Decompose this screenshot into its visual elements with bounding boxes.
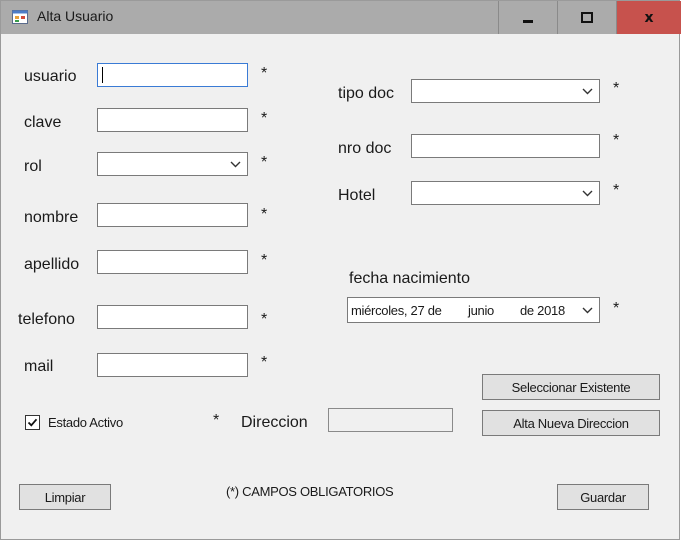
title-bar[interactable]: Alta Usuario x [1,1,681,34]
clave-required-mark: * [261,110,268,127]
alta-nueva-direccion-button[interactable]: Alta Nueva Direccion [482,410,660,436]
fecha-nacimiento-datepicker[interactable]: miércoles, 27 de junio de 2018 [347,297,600,323]
mail-input[interactable] [97,353,248,377]
telefono-label: telefono [18,311,75,328]
maximize-icon [581,12,593,23]
app-icon [12,10,28,24]
rol-label: rol [24,158,42,175]
rol-required-mark: * [261,154,268,171]
hotel-label: Hotel [338,187,376,204]
chevron-down-icon [582,190,593,197]
text-caret [102,67,103,83]
nro-doc-required-mark: * [613,132,620,149]
seleccionar-existente-button[interactable]: Seleccionar Existente [482,374,660,400]
nombre-label: nombre [24,209,79,226]
nombre-required-mark: * [261,206,268,223]
direccion-label: Direccion [241,414,308,431]
fecha-month-text: junio [468,303,494,318]
chevron-down-icon [230,161,241,168]
campos-obligatorios-note: (*) CAMPOS OBLIGATORIOS [226,484,394,499]
telefono-required-mark: * [261,311,268,328]
rol-select[interactable] [97,152,248,176]
mail-required-mark: * [261,354,268,371]
direccion-field[interactable] [328,408,453,432]
usuario-input[interactable] [97,63,248,87]
fecha-nacimiento-label: fecha nacimiento [349,270,470,287]
hotel-required-mark: * [613,182,620,199]
tipo-doc-required-mark: * [613,80,620,97]
close-button[interactable]: x [616,1,681,34]
checkmark-icon [27,418,38,427]
alta-usuario-window: Alta Usuario x usuario * clave * rol * n… [0,0,681,540]
telefono-input[interactable] [97,305,248,329]
window-title: Alta Usuario [37,8,114,24]
nro-doc-label: nro doc [338,140,392,157]
fecha-day-text: miércoles, 27 de [351,303,442,318]
hotel-select[interactable] [411,181,600,205]
estado-activo-label[interactable]: Estado Activo [48,415,123,430]
nombre-input[interactable] [97,203,248,227]
usuario-label: usuario [24,68,77,85]
apellido-input[interactable] [97,250,248,274]
clave-label: clave [24,114,62,131]
mail-label: mail [24,358,54,375]
minimize-icon [523,20,533,23]
chevron-down-icon [582,88,593,95]
estado-activo-checkbox[interactable] [25,415,40,430]
tipo-doc-label: tipo doc [338,85,395,102]
maximize-button[interactable] [557,1,616,34]
nro-doc-input[interactable] [411,134,600,158]
tipo-doc-select[interactable] [411,79,600,103]
chevron-down-icon [582,307,593,314]
clave-input[interactable] [97,108,248,132]
fecha-required-mark: * [613,300,620,317]
close-icon: x [644,9,654,26]
guardar-button[interactable]: Guardar [557,484,649,510]
fecha-year-text: de 2018 [520,303,565,318]
apellido-required-mark: * [261,252,268,269]
apellido-label: apellido [24,256,80,273]
limpiar-button[interactable]: Limpiar [19,484,111,510]
usuario-required-mark: * [261,65,268,82]
direccion-required-mark: * [213,412,220,429]
minimize-button[interactable] [498,1,557,34]
